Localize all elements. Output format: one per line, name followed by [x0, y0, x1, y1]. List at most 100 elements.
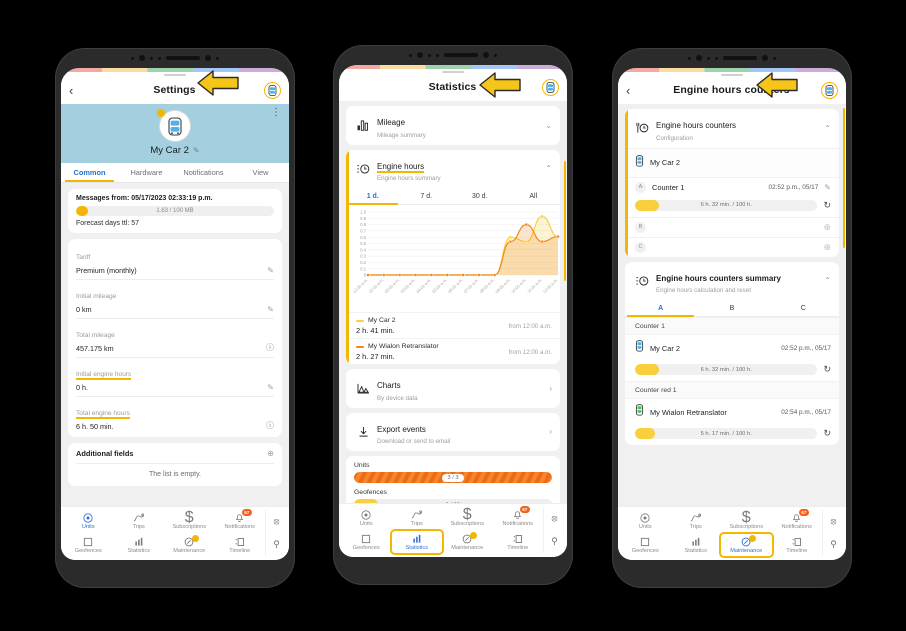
export-events-card[interactable]: Export events Download or send to email …	[346, 412, 560, 452]
engine-hours-chart[interactable]: 0 0.1 0.2 0.3 0.4 0.5 0.6 0.7 0.8 0.9 1.0 12:00 a.m…	[346, 205, 560, 312]
nav-item-units[interactable]: Units	[63, 510, 114, 532]
pin-icon[interactable]: ⚲	[830, 539, 837, 550]
chevron-up-icon[interactable]: ⌃	[824, 124, 831, 133]
nav-item-notifications[interactable]: 67 Notifications	[772, 509, 823, 532]
messages-from-label: Messages from: 05/17/2023 02:33:19 p.m.	[76, 195, 213, 202]
field-row-tariff[interactable]: Tariff Premium (monthly) ✎	[76, 241, 274, 280]
sensor-dot-icon	[150, 56, 153, 60]
nav-item-geofences[interactable]: Geofences	[341, 531, 392, 553]
counters-config-header[interactable]: Engine hours counters Configuration ⌃	[625, 109, 839, 148]
tab-common[interactable]: Common	[61, 163, 118, 182]
statistics-scroll-body[interactable]: Mileage Mileage summary ⌄ Engine hours E…	[339, 101, 567, 503]
nav-item-notifications[interactable]: 67 Notifications	[215, 509, 266, 532]
scroll-indicator[interactable]	[842, 108, 845, 248]
summary-unit-row-2[interactable]: My Wialon Retranslator 02:54 p.m., 05/17	[625, 398, 839, 425]
summary-tab-b[interactable]: B	[696, 300, 767, 316]
charts-row[interactable]: Charts By device data ›	[346, 369, 560, 408]
pencil-icon[interactable]: ✎	[193, 146, 200, 155]
counters-summary-header[interactable]: Engine hours counters summary Engine hou…	[625, 262, 839, 301]
range-tab-7d[interactable]: 7 d.	[400, 188, 454, 204]
nav-item-statistics[interactable]: Statistics	[389, 529, 444, 555]
tab-view[interactable]: View	[232, 163, 289, 182]
nav-item-maintenance[interactable]: Maintenance	[719, 532, 774, 558]
chevron-up-icon[interactable]: ⌃	[545, 164, 552, 173]
chevron-left-icon[interactable]: ‹	[626, 83, 642, 98]
check-circle-icon[interactable]: ⦻	[274, 516, 280, 527]
nav-item-maintenance[interactable]: Maintenance	[442, 531, 493, 553]
car-unit-icon[interactable]	[264, 81, 281, 99]
car-unit-icon[interactable]	[821, 81, 838, 99]
refresh-icon[interactable]: ↻	[823, 200, 831, 211]
field-row-initial-engine-hours[interactable]: Initial engine hours 0 h. ✎	[76, 358, 274, 397]
mileage-card[interactable]: Mileage Mileage summary ⌄	[346, 106, 560, 145]
counter-row-b[interactable]: B ⊕	[625, 216, 839, 237]
range-tab-1d[interactable]: 1 d.	[346, 188, 400, 205]
nav-item-geofences[interactable]: Geofences	[63, 534, 114, 556]
nav-item-trips[interactable]: Trips	[392, 507, 443, 529]
summary-unit-row-1[interactable]: My Car 2 02:52 p.m., 05/17	[625, 334, 839, 361]
mileage-header[interactable]: Mileage Mileage summary ⌄	[346, 106, 560, 145]
nav-item-subscriptions[interactable]: $ Subscriptions	[721, 509, 772, 532]
field-row-total-mileage[interactable]: Total mileage 457.175 km ⓘ	[76, 319, 274, 358]
nav-item-timeline[interactable]: Timeline	[215, 534, 266, 556]
export-events-row[interactable]: Export events Download or send to email …	[346, 413, 560, 452]
chevron-right-icon[interactable]: ›	[549, 384, 552, 393]
plus-circle-icon[interactable]: ⊕	[823, 222, 831, 233]
range-tab-all[interactable]: All	[507, 188, 561, 204]
nav-item-statistics[interactable]: Statistics	[671, 534, 722, 556]
counter-row-a[interactable]: A Counter 1 02:52 p.m., 05/17 ✎	[625, 176, 839, 197]
tab-notifications[interactable]: Notifications	[175, 163, 232, 182]
pencil-icon[interactable]: ✎	[267, 266, 274, 275]
field-row-initial-mileage[interactable]: Initial mileage 0 km ✎	[76, 280, 274, 319]
check-circle-icon[interactable]: ⦻	[831, 516, 837, 527]
nav-item-notifications[interactable]: 67 Notifications	[493, 506, 544, 529]
info-icon[interactable]: ⓘ	[266, 342, 274, 353]
pin-icon[interactable]: ⚲	[273, 539, 280, 550]
counters-scroll-body[interactable]: Engine hours counters Configuration ⌃ My…	[618, 104, 846, 506]
charts-card[interactable]: Charts By device data ›	[346, 369, 560, 408]
chevron-left-icon[interactable]: ‹	[69, 83, 85, 98]
nav-item-statistics[interactable]: Statistics	[114, 534, 165, 556]
check-circle-icon[interactable]: ⦻	[552, 513, 558, 524]
chevron-up-icon[interactable]: ⌃	[824, 276, 831, 285]
nav-item-subscriptions[interactable]: $ Subscriptions	[442, 506, 493, 529]
nav-item-maintenance[interactable]: Maintenance	[164, 534, 215, 556]
chevron-right-icon[interactable]: ›	[549, 427, 552, 436]
info-icon[interactable]: ⓘ	[266, 420, 274, 431]
engine-hours-header[interactable]: Engine hours Engine hours summary ⌃	[346, 150, 560, 189]
config-unit-row[interactable]: My Car 2	[625, 147, 839, 177]
field-label: Initial engine hours	[76, 371, 132, 380]
nav-item-units[interactable]: Units	[341, 507, 392, 529]
summary-tab-c[interactable]: C	[768, 300, 839, 316]
nav-item-subscriptions[interactable]: $ Subscriptions	[164, 509, 215, 532]
nav-item-geofences[interactable]: Geofences	[620, 534, 671, 556]
plus-circle-icon[interactable]: ⊕	[823, 242, 831, 253]
refresh-icon[interactable]: ↻	[823, 364, 831, 375]
summary-tab-a[interactable]: A	[625, 300, 696, 317]
settings-scroll-body[interactable]: ⋮ My Car 2 ✎ Common Hardware Notificatio…	[61, 104, 289, 506]
sensor-dot-icon	[428, 53, 431, 57]
pencil-icon[interactable]: ✎	[824, 183, 831, 192]
pin-icon[interactable]: ⚲	[551, 536, 558, 547]
nav-item-trips[interactable]: Trips	[671, 510, 722, 532]
legend-swatch-icon	[356, 319, 364, 322]
maintenance-alert-badge	[749, 535, 757, 542]
nav-item-units[interactable]: Units	[620, 510, 671, 532]
range-tab-30d[interactable]: 30 d.	[453, 188, 507, 204]
pencil-icon[interactable]: ✎	[267, 383, 274, 392]
legend-from: from 12:00 a.m.	[508, 348, 552, 356]
nav-item-trips[interactable]: Trips	[114, 510, 165, 532]
car-unit-icon[interactable]	[542, 78, 559, 96]
tab-hardware[interactable]: Hardware	[118, 163, 175, 182]
kebab-menu-icon[interactable]: ⋮	[271, 108, 281, 118]
nav-item-timeline[interactable]: Timeline	[493, 531, 544, 553]
counter-row-c[interactable]: C ⊕	[625, 236, 839, 257]
refresh-icon[interactable]: ↻	[823, 428, 831, 439]
field-row-total-engine-hours[interactable]: Total engine hours 6 h. 50 min. ⓘ	[76, 397, 274, 435]
chevron-down-icon[interactable]: ⌄	[545, 121, 552, 130]
pencil-icon[interactable]: ✎	[267, 305, 274, 314]
nav-item-timeline[interactable]: Timeline	[772, 534, 823, 556]
scroll-indicator[interactable]	[563, 161, 566, 281]
plus-circle-icon[interactable]: ⊕	[267, 449, 274, 458]
phone-device-engine-hours-counters: ‹ Engine hours counters Engine hours cou…	[612, 48, 852, 588]
